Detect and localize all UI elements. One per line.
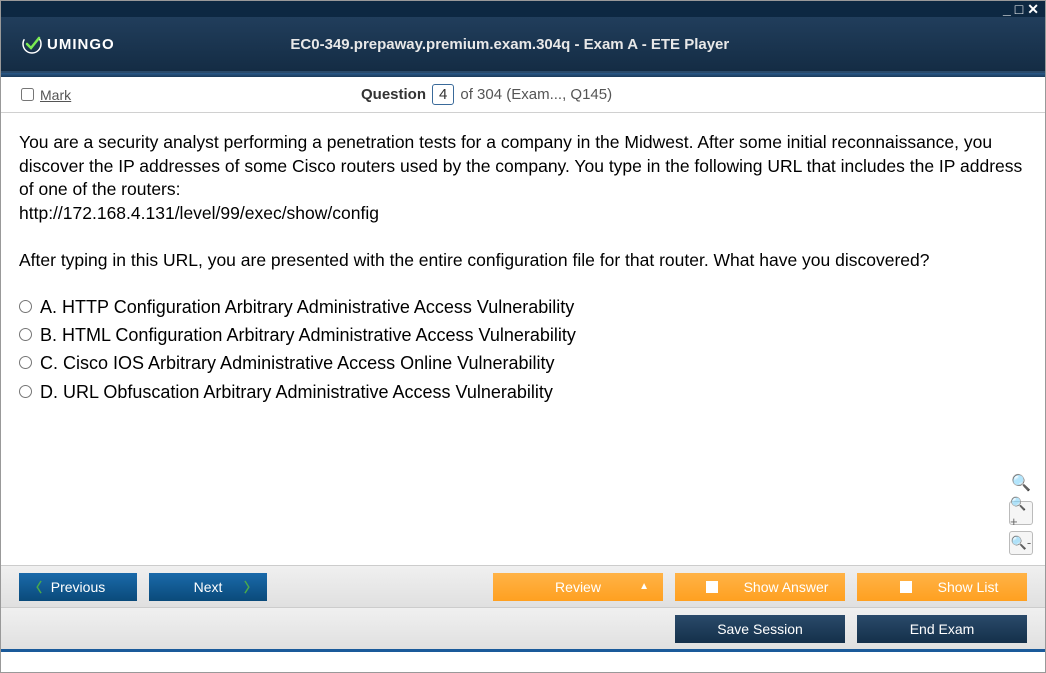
- logo-checkmark-icon: [21, 33, 43, 55]
- end-exam-button[interactable]: End Exam: [857, 615, 1027, 643]
- next-button[interactable]: Next 〉: [149, 573, 267, 601]
- zoom-out-icon[interactable]: 🔍-: [1009, 531, 1033, 555]
- option-a[interactable]: A. HTTP Configuration Arbitrary Administ…: [19, 295, 1027, 319]
- option-d[interactable]: D. URL Obfuscation Arbitrary Administrat…: [19, 380, 1027, 404]
- question-text: You are a security analyst performing a …: [19, 131, 1027, 273]
- question-number-box[interactable]: 4: [432, 84, 454, 105]
- arrow-left-icon: 〈: [29, 577, 42, 596]
- question-word: Question: [361, 86, 426, 103]
- show-answer-button[interactable]: Show Answer: [675, 573, 845, 601]
- option-d-radio[interactable]: [19, 385, 32, 398]
- window-controls: _ □ ✕: [1, 1, 1045, 17]
- show-answer-checkbox[interactable]: [706, 581, 718, 593]
- show-list-checkbox[interactable]: [900, 581, 912, 593]
- mark-label[interactable]: Mark: [40, 87, 71, 103]
- window-title: EC0-349.prepaway.premium.exam.304q - Exa…: [115, 36, 905, 53]
- mark-section: Mark: [21, 87, 361, 103]
- minimize-icon[interactable]: _: [1003, 2, 1011, 16]
- option-c[interactable]: C. Cisco IOS Arbitrary Administrative Ac…: [19, 351, 1027, 375]
- logo: UMINGO: [21, 33, 115, 55]
- option-a-radio[interactable]: [19, 300, 32, 313]
- show-list-button[interactable]: Show List: [857, 573, 1027, 601]
- close-icon[interactable]: ✕: [1027, 2, 1039, 16]
- options-list: A. HTTP Configuration Arbitrary Administ…: [19, 295, 1027, 404]
- previous-button[interactable]: 〈 Previous: [19, 573, 137, 601]
- question-total: of 304 (Exam..., Q145): [460, 86, 612, 103]
- triangle-up-icon: ▲: [639, 581, 649, 592]
- zoom-tools: 🔍 🔍+ 🔍-: [1009, 473, 1033, 555]
- search-icon[interactable]: 🔍: [1010, 473, 1032, 495]
- logo-text: UMINGO: [47, 36, 115, 53]
- question-toolbar: Mark Question 4 of 304 (Exam..., Q145): [1, 77, 1045, 113]
- maximize-icon[interactable]: □: [1015, 2, 1023, 16]
- arrow-right-icon: 〉: [244, 577, 257, 596]
- footer-row-2: Save Session End Exam: [1, 607, 1045, 649]
- option-b-radio[interactable]: [19, 328, 32, 341]
- option-b[interactable]: B. HTML Configuration Arbitrary Administ…: [19, 323, 1027, 347]
- content-area: You are a security analyst performing a …: [1, 113, 1045, 565]
- zoom-in-icon[interactable]: 🔍+: [1009, 501, 1033, 525]
- mark-checkbox[interactable]: [21, 88, 34, 101]
- review-button[interactable]: Review ▲: [493, 573, 663, 601]
- footer-row-1: 〈 Previous Next 〉 Review ▲ Show Answer S…: [1, 565, 1045, 607]
- question-info: Question 4 of 304 (Exam..., Q145): [361, 84, 612, 105]
- question-url: http://172.168.4.131/level/99/exec/show/…: [19, 202, 1027, 226]
- bottom-border: [1, 649, 1045, 652]
- save-session-button[interactable]: Save Session: [675, 615, 845, 643]
- question-paragraph-1: You are a security analyst performing a …: [19, 131, 1027, 202]
- header: UMINGO EC0-349.prepaway.premium.exam.304…: [1, 17, 1045, 73]
- option-c-radio[interactable]: [19, 356, 32, 369]
- question-paragraph-2: After typing in this URL, you are presen…: [19, 249, 1027, 273]
